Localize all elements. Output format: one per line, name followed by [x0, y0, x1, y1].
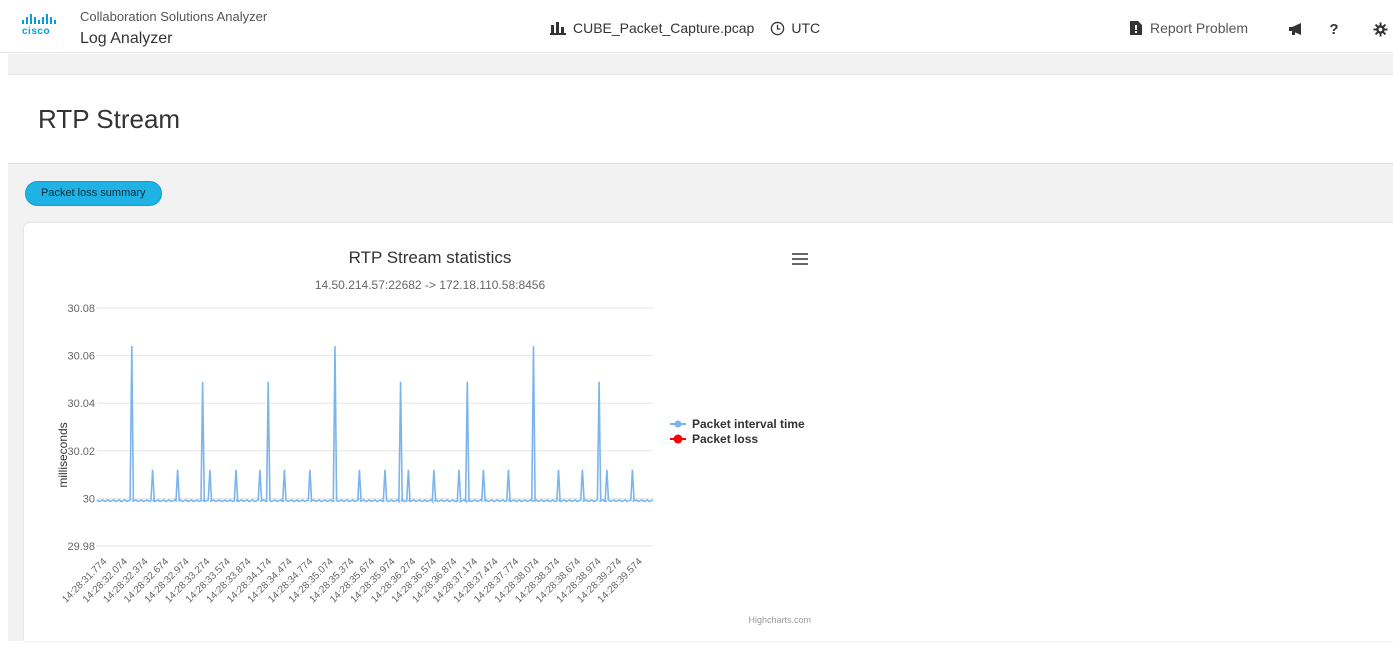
y-tick-label: 30 [83, 493, 95, 505]
cisco-logo[interactable]: cisco [22, 14, 66, 40]
chart-legend: Packet interval time Packet loss [670, 417, 805, 446]
bar-chart-icon [550, 21, 566, 35]
menu-icon[interactable] [792, 253, 808, 265]
y-tick-label: 30.08 [67, 303, 95, 315]
file-name[interactable]: CUBE_Packet_Capture.pcap [573, 20, 754, 36]
y-tick-label: 30.04 [67, 398, 95, 410]
top-bar: cisco Collaboration Solutions Analyzer L… [0, 0, 1393, 53]
report-icon [1130, 21, 1142, 35]
chart-credit[interactable]: Highcharts.com [748, 615, 811, 625]
legend-item-packet-loss[interactable]: Packet loss [670, 432, 758, 446]
series-packet-interval-line [96, 346, 654, 505]
cisco-wordmark: cisco [22, 26, 51, 37]
file-info: CUBE_Packet_Capture.pcap UTC [550, 20, 820, 36]
x-axis-ticks: 14:28:31.77414:28:32.07414:28:32.37414:2… [60, 556, 645, 605]
report-problem-button[interactable]: Report Problem [1130, 20, 1248, 36]
report-problem-label: Report Problem [1150, 20, 1249, 36]
timezone-label: UTC [791, 20, 821, 36]
app-subtitle: Log Analyzer [80, 30, 173, 47]
chart-subtitle: 14.50.214.57:22682 -> 172.18.110.58:8456 [315, 278, 546, 292]
page-title: RTP Stream [38, 104, 181, 134]
megaphone-icon[interactable] [1287, 20, 1305, 38]
legend-label-packet-interval: Packet interval time [692, 417, 805, 431]
rtp-stream-chart: RTP Stream statistics 14.50.214.57:22682… [56, 248, 811, 625]
y-axis-ticks: 29.98 30 30.02 30.04 30.06 30.08 [67, 303, 95, 553]
legend-label-packet-loss: Packet loss [692, 432, 758, 446]
clock-icon [770, 21, 785, 36]
y-tick-label: 30.06 [67, 351, 95, 363]
help-icon[interactable]: ? [1327, 20, 1341, 38]
y-tick-label: 29.98 [67, 541, 95, 553]
legend-item-packet-interval[interactable]: Packet interval time [670, 417, 805, 431]
chart-card: RTP Stream statistics 14.50.214.57:22682… [24, 223, 1393, 641]
packet-loss-summary-button[interactable]: Packet loss summary [25, 181, 162, 206]
y-tick-label: 30.02 [67, 446, 95, 458]
toolbar-band [8, 54, 1393, 75]
chart-title: RTP Stream statistics [349, 248, 512, 267]
grid-lines [97, 307, 653, 547]
app-title: Collaboration Solutions Analyzer [80, 9, 268, 24]
cisco-logo-bars [22, 14, 66, 24]
timezone-selector[interactable]: UTC [770, 20, 820, 36]
gear-icon[interactable] [1372, 20, 1388, 38]
